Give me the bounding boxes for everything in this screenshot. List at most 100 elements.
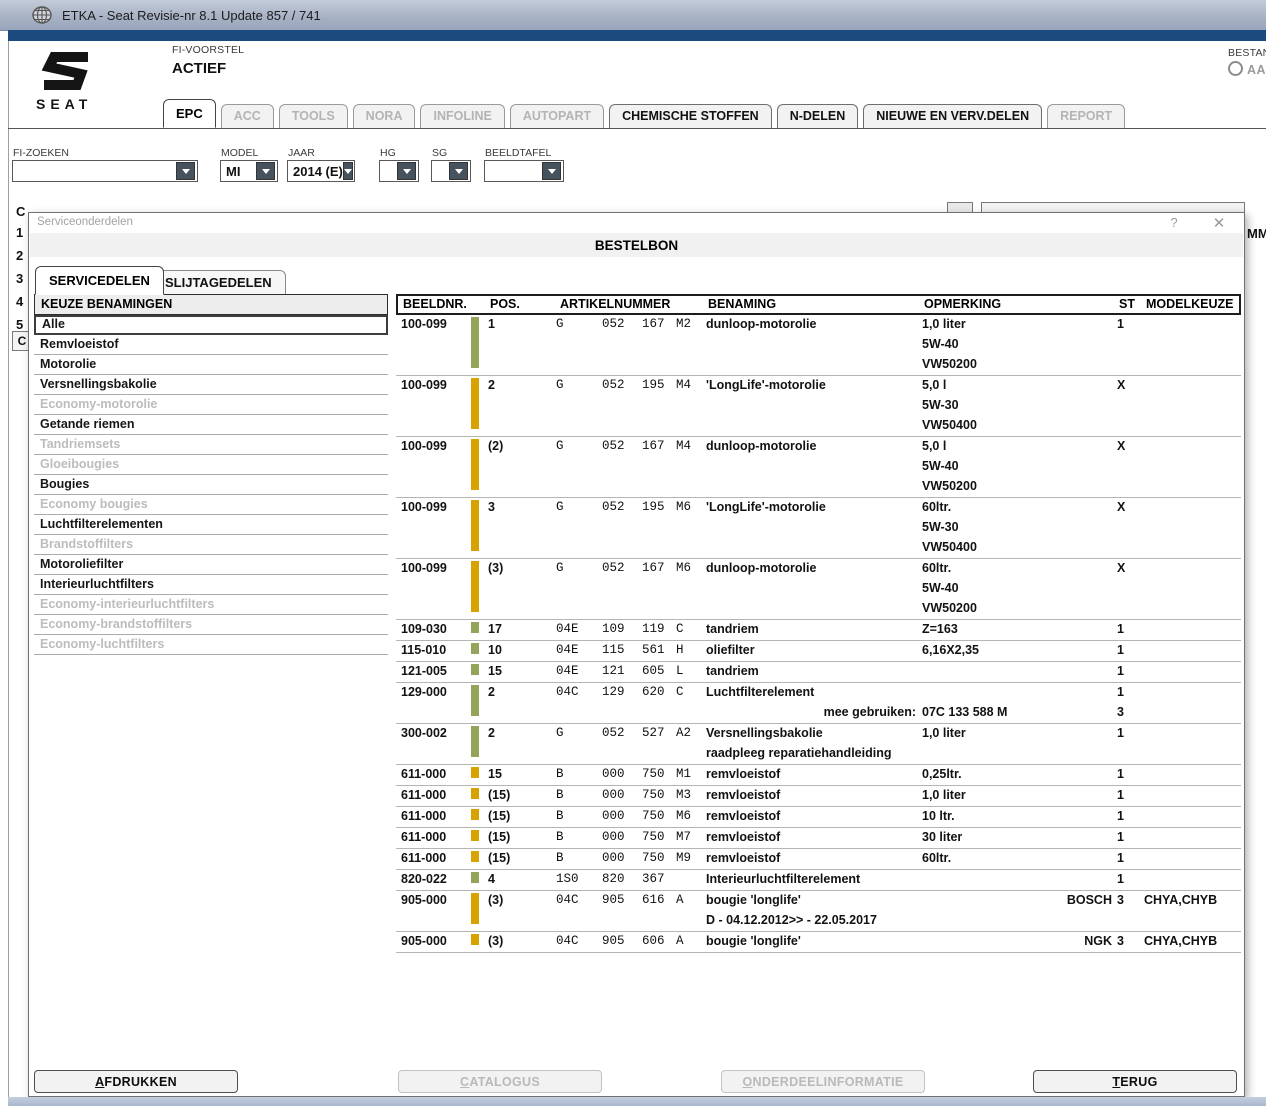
list-item-gloeibougies[interactable]: Gloeibougies [34, 455, 388, 475]
tab-tools[interactable]: TOOLS [279, 104, 348, 128]
cell-artikelnummer: M1 [676, 765, 691, 785]
cell-artikelnummer: C [676, 683, 684, 703]
table-row[interactable]: 300-0022G052527A2Versnellingsbakolie1,0 … [396, 724, 1241, 765]
cell-beeldnr: 905-000 [401, 891, 447, 911]
cell-opmerking: Z=163 [922, 620, 958, 640]
table-row[interactable]: 100-0992G052195M4'LongLife'-motorolie5,0… [396, 376, 1241, 437]
cell-opmerking-brand: NGK [922, 932, 1112, 952]
table-row[interactable]: 820-02241S0820367Interieurluchtfilterele… [396, 870, 1241, 891]
cell-benaming: dunloop-motorolie [706, 315, 816, 335]
status-color-bar [471, 934, 479, 945]
filter-combo-fi-zoeken[interactable] [12, 160, 198, 182]
list-item-motoroliefilter[interactable]: Motoroliefilter [34, 555, 388, 575]
list-item-bougies[interactable]: Bougies [34, 475, 388, 495]
cell-artikelnummer: 119 [642, 620, 665, 640]
cell-artikelnummer: 052 [602, 724, 625, 744]
dropdown-arrow-icon[interactable] [542, 162, 561, 180]
cell-artikelnummer: 052 [602, 498, 625, 518]
cell-artikelnummer: M2 [676, 315, 691, 335]
dropdown-arrow-icon[interactable] [397, 162, 416, 180]
cell-artikelnummer: 167 [642, 559, 665, 579]
table-row[interactable]: 611-00015B000750M1remvloeistof0,25ltr.1 [396, 765, 1241, 786]
list-item-economy-bougies[interactable]: Economy bougies [34, 495, 388, 515]
filter-combo-hg[interactable] [379, 160, 419, 182]
cell-beeldnr: 121-005 [401, 662, 447, 682]
cell-artikelnummer: M4 [676, 437, 691, 457]
table-row[interactable]: 100-0993G052195M6'LongLife'-motorolie60l… [396, 498, 1241, 559]
cell-opmerking: 5,0 l [922, 437, 946, 457]
filter-combo-sg[interactable] [431, 160, 471, 182]
cell-artikelnummer: G [556, 559, 564, 579]
dropdown-arrow-icon[interactable] [449, 162, 468, 180]
table-row[interactable]: 100-0991G052167M2dunloop-motorolie1,0 li… [396, 315, 1241, 376]
list-item-remvloeistof[interactable]: Remvloeistof [34, 335, 388, 355]
cell-benaming: dunloop-motorolie [706, 559, 816, 579]
table-row[interactable]: 115-0101004E115561Holiefilter6,16X2,351 [396, 641, 1241, 662]
list-item-economy-motorolie[interactable]: Economy-motorolie [34, 395, 388, 415]
bg-row-number: 5 [16, 317, 23, 332]
afdrukken-button[interactable]: AFDRUKKEN [34, 1070, 238, 1093]
list-item-motorolie[interactable]: Motorolie [34, 355, 388, 375]
list-item-luchtfilterelementen[interactable]: Luchtfilterelementen [34, 515, 388, 535]
cell-benaming: 'LongLife'-motorolie [706, 376, 826, 396]
dropdown-arrow-icon[interactable] [176, 162, 195, 180]
tab-acc[interactable]: ACC [221, 104, 274, 128]
cell-artikelnummer: 606 [642, 932, 665, 952]
table-row[interactable]: 100-099(2)G052167M4dunloop-motorolie5,0 … [396, 437, 1241, 498]
filter-combo-model[interactable]: MI [220, 160, 278, 182]
cell-beeldnr: 115-010 [401, 641, 446, 661]
cell-artikelnummer: M9 [676, 849, 691, 869]
tab-report[interactable]: REPORT [1047, 104, 1125, 128]
list-item-getande-riemen[interactable]: Getande riemen [34, 415, 388, 435]
filter-combo-jaar[interactable]: 2014 (E) [287, 160, 355, 182]
dialog-tab-slijtagedelen[interactable]: SLIJTAGEDELEN [151, 270, 286, 295]
window-titlebar[interactable]: ETKA - Seat Revisie-nr 8.1 Update 857 / … [0, 0, 1266, 31]
cell-beeldnr: 100-099 [401, 376, 447, 396]
list-item-versnellingsbakolie[interactable]: Versnellingsbakolie [34, 375, 388, 395]
tab-nora[interactable]: NORA [353, 104, 416, 128]
table-row[interactable]: 100-099(3)G052167M6dunloop-motorolie60lt… [396, 559, 1241, 620]
list-item-economy-luchtfilters[interactable]: Economy-luchtfilters [34, 635, 388, 655]
list-item-brandstoffilters[interactable]: Brandstoffilters [34, 535, 388, 555]
list-item-tandriemsets[interactable]: Tandriemsets [34, 435, 388, 455]
list-item-economy-brandstoffilters[interactable]: Economy-brandstoffilters [34, 615, 388, 635]
cell-artikelnummer: 04E [556, 620, 579, 640]
column-header-st: ST [1119, 297, 1135, 311]
table-row[interactable]: 905-000(3)04C905616Abougie 'longlife'BOS… [396, 891, 1241, 932]
cell-pos: 15 [488, 662, 502, 682]
cell-pos: 2 [488, 724, 495, 744]
tab-n-delen[interactable]: N-DELEN [777, 104, 859, 128]
table-row[interactable]: 611-000(15)B000750M9remvloeistof60ltr.1 [396, 849, 1241, 870]
filter-label-sg: SG [432, 147, 447, 159]
table-row[interactable]: 109-0301704E109119CtandriemZ=1631 [396, 620, 1241, 641]
bg-left-col-header: C [16, 204, 25, 219]
dropdown-arrow-icon[interactable] [256, 162, 275, 180]
table-row[interactable]: 129-000204C129620CLuchtfilterelement1mee… [396, 683, 1241, 724]
list-item-alle[interactable]: Alle [34, 315, 388, 335]
filter-combo-beeldtafel[interactable] [484, 160, 564, 182]
cell-artikelnummer: B [556, 828, 564, 848]
help-icon[interactable]: ? [1166, 215, 1182, 230]
radio-icon[interactable] [1228, 61, 1243, 76]
table-row[interactable]: 611-000(15)B000750M6remvloeistof10 ltr.1 [396, 807, 1241, 828]
cell-artikelnummer: 620 [642, 683, 665, 703]
tab-autopart[interactable]: AUTOPART [510, 104, 604, 128]
table-row[interactable]: 611-000(15)B000750M3remvloeistof1,0 lite… [396, 786, 1241, 807]
bestand-radio[interactable]: AAM [1228, 61, 1266, 79]
cell-benaming: raadpleeg reparatiehandleiding [706, 744, 891, 764]
table-row[interactable]: 611-000(15)B000750M7remvloeistof30 liter… [396, 828, 1241, 849]
tab-infoline[interactable]: INFOLINE [420, 104, 504, 128]
tab-nieuwe-en-verv-delen[interactable]: NIEUWE EN VERV.DELEN [863, 104, 1042, 128]
list-item-interieurluchtfilters[interactable]: Interieurluchtfilters [34, 575, 388, 595]
bg-row-number: 2 [16, 248, 23, 263]
table-row[interactable]: 905-000(3)04C905606Abougie 'longlife'NGK… [396, 932, 1241, 953]
close-icon[interactable]: ✕ [1210, 214, 1228, 232]
parts-table: BEELDNR.POS.ARTIKELNUMMERBENAMINGOPMERKI… [396, 294, 1241, 953]
table-row[interactable]: 121-0051504E121605Ltandriem1 [396, 662, 1241, 683]
tab-epc[interactable]: EPC [163, 99, 216, 128]
list-item-economy-interieurluchtfilters[interactable]: Economy-interieurluchtfilters [34, 595, 388, 615]
dialog-tab-servicedelen[interactable]: SERVICEDELEN [35, 266, 164, 295]
terug-button[interactable]: TERUG [1033, 1070, 1237, 1093]
tab-chemische-stoffen[interactable]: CHEMISCHE STOFFEN [609, 104, 772, 128]
dropdown-arrow-icon[interactable] [343, 162, 353, 180]
